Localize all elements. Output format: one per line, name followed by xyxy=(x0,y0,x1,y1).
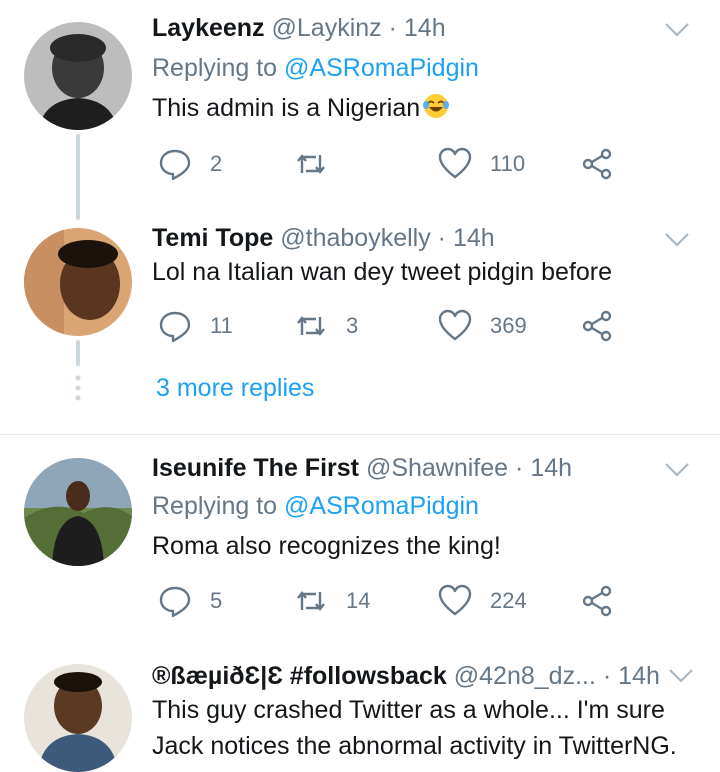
timestamp[interactable]: 14h xyxy=(404,14,446,42)
reply-mention-link[interactable]: @ASRomaPidgin xyxy=(284,54,479,82)
reply-icon xyxy=(159,586,191,618)
reply-icon xyxy=(159,149,191,181)
separator-dot: · xyxy=(437,224,446,252)
display-name[interactable]: Temi Tope xyxy=(152,224,273,252)
retweet-icon xyxy=(297,316,325,336)
handle[interactable]: @Laykinz xyxy=(272,14,382,42)
retweet-button[interactable]: 3 xyxy=(294,308,358,344)
avatar[interactable] xyxy=(24,458,132,566)
thread-line xyxy=(76,340,80,366)
like-count: 369 xyxy=(490,313,527,338)
like-button[interactable]: 224 xyxy=(438,583,527,619)
timestamp[interactable]: 14h xyxy=(453,224,495,252)
reply-prefix: Replying to xyxy=(152,54,278,82)
handle[interactable]: @42n8_dz... xyxy=(454,662,596,690)
like-button[interactable]: 110 xyxy=(438,146,525,182)
handle[interactable]: @thaboykelly xyxy=(280,224,430,252)
reply-button[interactable]: 2 xyxy=(158,146,222,182)
tweet-header: Laykeenz @Laykinz · 14h xyxy=(152,14,446,43)
chevron-down-icon[interactable] xyxy=(664,462,690,478)
tweet-header: Temi Tope @thaboykelly · 14h xyxy=(152,224,495,253)
tweet-header: Iseunife The First @Shawnifee · 14h xyxy=(152,454,572,483)
reply-mention-link[interactable]: @ASRomaPidgin xyxy=(284,492,479,520)
tweet-text-content: This admin is a Nigerian xyxy=(152,94,421,122)
like-count: 110 xyxy=(490,151,526,176)
chevron-down-icon[interactable] xyxy=(664,232,690,248)
thread-line xyxy=(76,134,80,220)
tears-of-joy-emoji-icon xyxy=(423,94,450,118)
tweet-text: This guy crashed Twitter as a whole... I… xyxy=(152,696,677,760)
display-name[interactable]: Laykeenz xyxy=(152,14,265,42)
avatar[interactable] xyxy=(24,228,132,336)
replying-to: Replying to @ASRomaPidgin xyxy=(152,492,479,521)
like-button[interactable]: 369 xyxy=(438,308,527,344)
tweet-header: ®ßæµiðƐ|Ɛ #followsback @42n8_dz... · 14h xyxy=(152,662,660,691)
tweet-2[interactable]: Temi Tope @thaboykelly · 14h Lol na Ital… xyxy=(0,210,720,435)
reply-count: 2 xyxy=(210,151,223,176)
retweet-count: 14 xyxy=(346,588,371,613)
avatar[interactable] xyxy=(24,664,132,772)
tweet-actions: 11 3 369 xyxy=(152,308,622,344)
tweet-1[interactable]: Laykeenz @Laykinz · 14h Replying to @ASR… xyxy=(0,0,720,220)
handle[interactable]: @Shawnifee xyxy=(366,454,508,482)
reply-icon xyxy=(159,311,191,343)
heart-icon xyxy=(438,584,472,616)
more-replies-link[interactable]: 3 more replies xyxy=(156,374,314,403)
display-name[interactable]: Iseunife The First xyxy=(152,454,359,482)
retweet-button[interactable]: 14 xyxy=(294,583,370,619)
separator-dot: · xyxy=(388,14,397,42)
like-count: 224 xyxy=(490,588,527,613)
retweet-button[interactable] xyxy=(294,146,346,182)
share-button[interactable] xyxy=(580,308,614,344)
reply-count: 11 xyxy=(210,313,233,338)
divider xyxy=(0,434,720,435)
retweet-count: 3 xyxy=(346,313,359,338)
share-icon xyxy=(582,310,612,342)
share-button[interactable] xyxy=(580,146,614,182)
tweet-3[interactable]: Iseunife The First @Shawnifee · 14h Repl… xyxy=(0,440,720,660)
share-icon xyxy=(582,585,612,617)
reply-button[interactable]: 11 xyxy=(158,308,233,344)
tweet-text: Roma also recognizes the king! xyxy=(152,532,501,560)
timestamp[interactable]: 14h xyxy=(530,454,572,482)
timestamp[interactable]: 14h xyxy=(618,662,660,690)
tweet-text: Lol na Italian wan dey tweet pidgin befo… xyxy=(152,258,613,286)
tweet-actions: 2 110 xyxy=(152,146,622,182)
reply-button[interactable]: 5 xyxy=(158,583,222,619)
retweet-icon xyxy=(297,591,325,611)
separator-dot: · xyxy=(515,454,524,482)
heart-icon xyxy=(438,309,472,341)
tweet-4[interactable]: ®ßæµiðƐ|Ɛ #followsback @42n8_dz... · 14h… xyxy=(0,650,720,772)
share-icon xyxy=(582,148,612,180)
more-replies-dots-icon xyxy=(75,375,81,401)
reply-prefix: Replying to xyxy=(152,492,278,520)
tweet-text: This admin is a Nigerian xyxy=(152,90,697,126)
share-button[interactable] xyxy=(580,583,614,619)
avatar[interactable] xyxy=(24,22,132,130)
retweet-icon xyxy=(297,154,325,174)
heart-icon xyxy=(438,147,472,179)
display-name[interactable]: ®ßæµiðƐ|Ɛ #followsback xyxy=(152,662,447,690)
reply-count: 5 xyxy=(210,588,223,613)
tweet-actions: 5 14 224 xyxy=(152,583,622,619)
replying-to: Replying to @ASRomaPidgin xyxy=(152,54,479,83)
separator-dot: · xyxy=(602,662,612,690)
chevron-down-icon[interactable] xyxy=(668,668,694,684)
chevron-down-icon[interactable] xyxy=(664,22,690,38)
